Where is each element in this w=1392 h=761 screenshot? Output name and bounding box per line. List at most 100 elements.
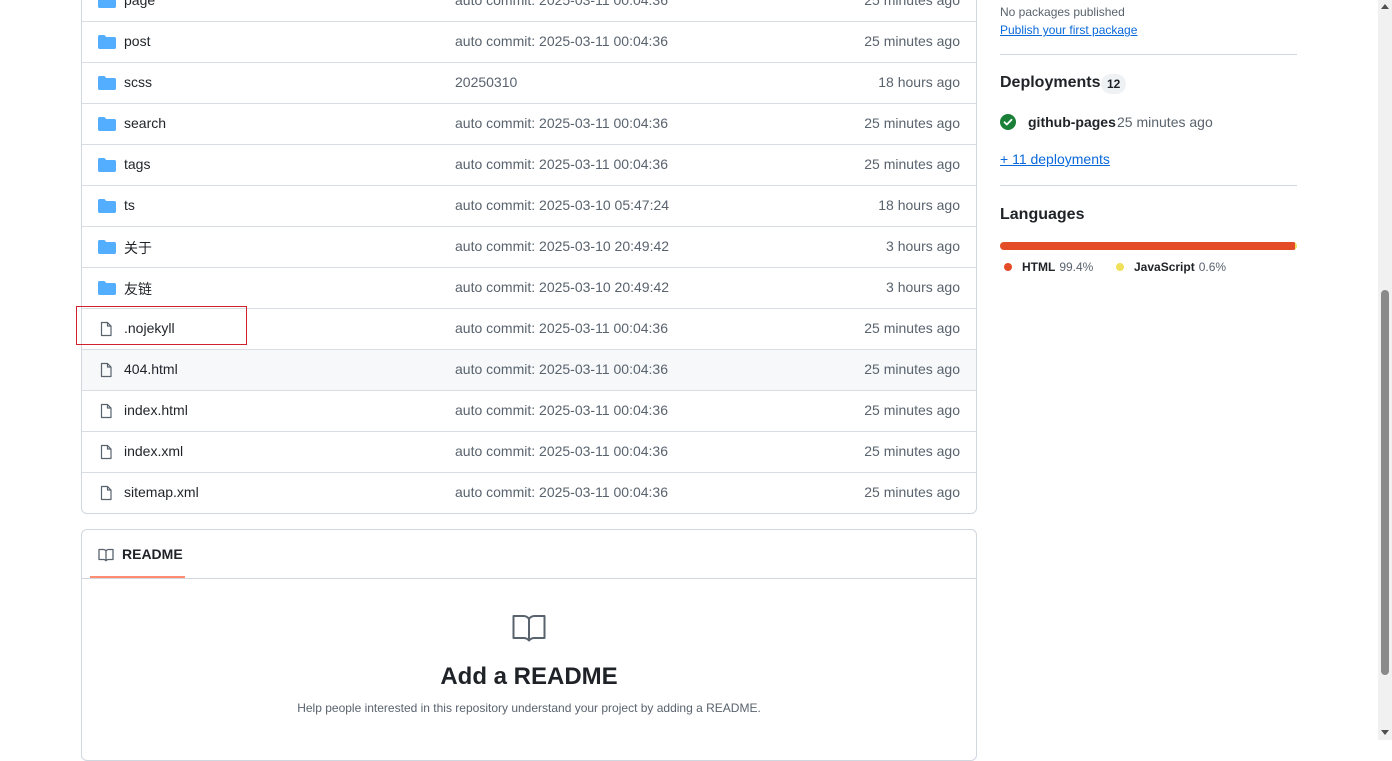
divider — [1000, 54, 1297, 55]
file-name-link[interactable]: tags — [124, 156, 150, 172]
commit-age: 25 minutes ago — [864, 361, 960, 377]
commit-age: 18 hours ago — [878, 74, 960, 90]
folder-icon — [98, 34, 116, 50]
publish-package-link[interactable]: Publish your first package — [1000, 23, 1137, 37]
commit-message-link[interactable]: auto commit: 2025-03-10 20:49:42 — [455, 238, 669, 254]
divider — [1000, 185, 1297, 186]
file-row[interactable]: ts auto commit: 2025-03-10 05:47:24 18 hou… — [82, 185, 976, 226]
file-name-link[interactable]: page — [124, 0, 155, 8]
file-name-link[interactable]: search — [124, 115, 166, 131]
file-row[interactable]: 友链 auto commit: 2025-03-10 20:49:42 3 hour… — [82, 267, 976, 308]
file-row[interactable]: .nojekyll auto commit: 2025-03-11 00:04:3… — [82, 308, 976, 349]
check-circle-icon — [1000, 114, 1016, 130]
commit-message-link[interactable]: auto commit: 2025-03-11 00:04:36 — [455, 33, 668, 49]
deployment-environment-link[interactable]: github-pages — [1028, 114, 1116, 130]
commit-message-link[interactable]: auto commit: 2025-03-10 05:47:24 — [455, 197, 669, 213]
folder-icon — [98, 239, 116, 255]
commit-message-link[interactable]: auto commit: 2025-03-11 00:04:36 — [455, 320, 668, 336]
file-name-link[interactable]: post — [124, 33, 150, 49]
file-name-link[interactable]: ts — [124, 197, 135, 213]
file-name-link[interactable]: .nojekyll — [124, 320, 175, 336]
commit-message-link[interactable]: auto commit: 2025-03-11 00:04:36 — [455, 402, 668, 418]
scroll-down-arrow-icon[interactable] — [1381, 730, 1389, 735]
file-icon — [98, 362, 116, 378]
commit-age: 25 minutes ago — [864, 320, 960, 336]
readme-tab-label: README — [122, 546, 183, 562]
readme-panel: README Add a README Help people interest… — [81, 529, 977, 761]
folder-icon — [98, 116, 116, 132]
language-bar-segment — [1000, 242, 1296, 250]
file-name-link[interactable]: 友链 — [124, 279, 152, 299]
tab-readme[interactable]: README — [90, 530, 185, 578]
commit-age: 25 minutes ago — [864, 115, 960, 131]
commit-message-link[interactable]: 20250310 — [455, 74, 517, 90]
file-row[interactable]: search auto commit: 2025-03-11 00:04:36 25… — [82, 103, 976, 144]
folder-icon — [98, 280, 116, 296]
file-row[interactable]: post auto commit: 2025-03-11 00:04:36 25 m… — [82, 21, 976, 62]
file-row[interactable]: sitemap.xml auto commit: 2025-03-11 00:04… — [82, 472, 976, 513]
folder-icon — [98, 157, 116, 173]
file-row[interactable]: page auto commit: 2025-03-11 00:04:36 25 m… — [82, 0, 976, 21]
commit-age: 25 minutes ago — [864, 33, 960, 49]
language-name: HTML — [1022, 260, 1056, 274]
more-deployments-link[interactable]: + 11 deployments — [1000, 151, 1110, 167]
deployments-counter: 12 — [1101, 74, 1127, 94]
commit-age: 25 minutes ago — [864, 402, 960, 418]
file-name-link[interactable]: sitemap.xml — [124, 484, 199, 500]
file-row[interactable]: tags auto commit: 2025-03-11 00:04:36 25 m… — [82, 144, 976, 185]
deployment-time: 25 minutes ago — [1117, 114, 1213, 130]
readme-header: README — [82, 530, 976, 579]
commit-message-link[interactable]: auto commit: 2025-03-10 20:49:42 — [455, 279, 669, 295]
commit-message-link[interactable]: auto commit: 2025-03-11 00:04:36 — [455, 156, 668, 172]
folder-icon — [98, 75, 116, 91]
deployments-title[interactable]: Deployments — [1000, 74, 1100, 92]
language-item[interactable]: HTML 99.4% — [1004, 260, 1093, 274]
file-row[interactable]: scss 20250310 18 hours ago — [82, 62, 976, 103]
book-icon — [98, 547, 114, 568]
file-name-link[interactable]: index.xml — [124, 443, 183, 459]
language-bar-segment — [1295, 242, 1297, 250]
commit-message-link[interactable]: auto commit: 2025-03-11 00:04:36 — [455, 443, 668, 459]
file-name-link[interactable]: index.html — [124, 402, 188, 418]
commit-message-link[interactable]: auto commit: 2025-03-11 00:04:36 — [455, 484, 668, 500]
commit-age: 18 hours ago — [878, 197, 960, 213]
language-percent: 99.4% — [1059, 260, 1094, 274]
file-list: page auto commit: 2025-03-11 00:04:36 25 m… — [81, 0, 977, 514]
file-name-link[interactable]: 404.html — [124, 361, 178, 377]
page-scrollbar[interactable] — [1378, 0, 1392, 740]
file-icon — [98, 485, 116, 501]
folder-icon — [98, 198, 116, 214]
readme-empty-description: Help people interested in this repositor… — [297, 701, 761, 715]
commit-age: 25 minutes ago — [864, 0, 960, 8]
language-color-dot — [1004, 262, 1012, 271]
book-icon — [512, 613, 546, 648]
file-name-link[interactable]: scss — [124, 74, 152, 90]
file-row[interactable]: 关于 auto commit: 2025-03-10 20:49:42 3 hour… — [82, 226, 976, 267]
scroll-thumb[interactable] — [1381, 290, 1389, 675]
commit-age: 3 hours ago — [886, 279, 960, 295]
file-row[interactable]: 404.html auto commit: 2025-03-11 00:04:36… — [82, 349, 976, 390]
language-name: JavaScript — [1134, 260, 1195, 274]
readme-empty-title: Add a README — [440, 663, 618, 690]
commit-age: 3 hours ago — [886, 238, 960, 254]
language-bar — [1000, 242, 1297, 250]
packages-empty-text: No packages published — [1000, 5, 1125, 19]
commit-age: 25 minutes ago — [864, 484, 960, 500]
commit-message-link[interactable]: auto commit: 2025-03-11 00:04:36 — [455, 0, 668, 8]
commit-age: 25 minutes ago — [864, 156, 960, 172]
file-icon — [98, 403, 116, 419]
file-icon — [98, 321, 116, 337]
file-row[interactable]: index.html auto commit: 2025-03-11 00:04:… — [82, 390, 976, 431]
language-item[interactable]: JavaScript 0.6% — [1116, 260, 1226, 274]
file-name-link[interactable]: 关于 — [124, 238, 152, 258]
language-percent: 0.6% — [1198, 260, 1227, 274]
folder-icon — [98, 0, 116, 9]
scroll-up-arrow-icon[interactable] — [1381, 4, 1389, 9]
file-row[interactable]: index.xml auto commit: 2025-03-11 00:04:3… — [82, 431, 976, 472]
language-color-dot — [1116, 262, 1124, 271]
commit-message-link[interactable]: auto commit: 2025-03-11 00:04:36 — [455, 361, 668, 377]
file-icon — [98, 444, 116, 460]
commit-message-link[interactable]: auto commit: 2025-03-11 00:04:36 — [455, 115, 668, 131]
commit-age: 25 minutes ago — [864, 443, 960, 459]
languages-title: Languages — [1000, 206, 1085, 223]
